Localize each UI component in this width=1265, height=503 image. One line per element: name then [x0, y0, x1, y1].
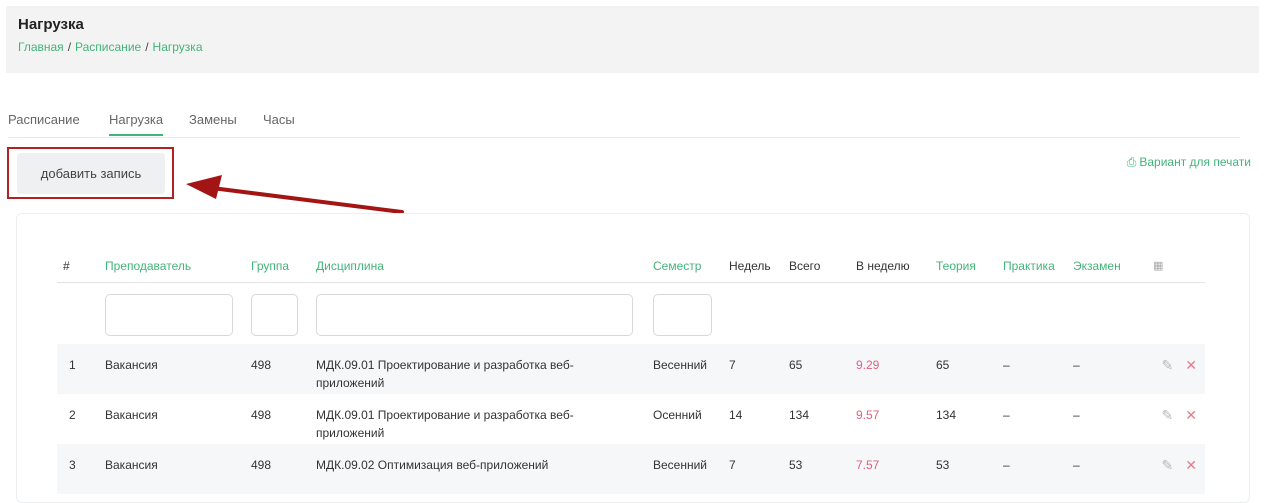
column-header-teacher[interactable]: Преподаватель — [97, 250, 243, 283]
edit-pencil-icon[interactable]: ✎ — [1162, 456, 1174, 474]
load-table: # Преподаватель Группа Дисциплина Семест… — [57, 250, 1205, 494]
practice-cell: – — [995, 444, 1065, 494]
exam-cell: – — [1065, 444, 1145, 494]
column-header-total: Всего — [781, 250, 848, 283]
column-header-per-week: В неделю — [848, 250, 928, 283]
teacher-filter-input[interactable] — [105, 294, 233, 337]
per-week-cell: 9.57 — [856, 408, 880, 422]
print-version-link[interactable]: ⎙ Вариант для печати — [1127, 155, 1251, 170]
column-header-group[interactable]: Группа — [243, 250, 308, 283]
exam-cell: – — [1073, 408, 1080, 422]
table-header-row: # Преподаватель Группа Дисциплина Семест… — [57, 250, 1205, 283]
teacher-cell: Вакансия — [97, 344, 243, 394]
row-number: 3 — [57, 444, 97, 494]
total-cell: 134 — [789, 408, 810, 422]
semester-filter-input[interactable] — [653, 294, 712, 337]
teacher-cell: Вакансия — [97, 444, 243, 494]
teacher-cell: Вакансия — [105, 408, 158, 422]
tab-load[interactable]: Нагрузка — [109, 112, 164, 136]
row-number: 2 — [69, 408, 76, 422]
row-actions: ✎ ✕ — [1145, 444, 1205, 494]
discipline-cell: МДК.09.02 Оптимизация веб-приложений — [308, 444, 645, 494]
breadcrumb-separator: / — [145, 40, 149, 54]
weeks-cell: 7 — [721, 444, 781, 494]
per-week-cell: 9.29 — [848, 344, 928, 394]
row-actions: ✎ ✕ — [1145, 394, 1205, 444]
breadcrumb-home[interactable]: Главная — [18, 40, 64, 54]
column-header-semester[interactable]: Семестр — [645, 250, 721, 283]
page-header: Нагрузка Главная / Расписание / Нагрузка — [6, 6, 1259, 73]
discipline-cell: МДК.09.01 Проектирование и разработка ве… — [316, 408, 574, 440]
semester-cell: Весенний — [645, 444, 721, 494]
group-filter-input[interactable] — [251, 294, 298, 337]
edit-pencil-icon[interactable]: ✎ — [1162, 356, 1174, 374]
discipline-filter-input[interactable] — [316, 294, 633, 337]
weeks-cell: 14 — [729, 408, 743, 422]
breadcrumb-separator: / — [67, 40, 72, 54]
column-header-discipline[interactable]: Дисциплина — [308, 250, 645, 283]
exam-cell: – — [1065, 344, 1145, 394]
column-header-exam[interactable]: Экзамен — [1065, 250, 1145, 283]
delete-x-icon[interactable]: ✕ — [1185, 356, 1197, 374]
tab-hours[interactable]: Часы — [263, 112, 295, 135]
breadcrumb-current[interactable]: Нагрузка — [153, 40, 203, 54]
row-number: 1 — [57, 344, 97, 394]
group-cell: 498 — [243, 344, 308, 394]
per-week-cell: 7.57 — [848, 444, 928, 494]
load-table-card: # Преподаватель Группа Дисциплина Семест… — [16, 213, 1250, 503]
table-row: 3 Вакансия 498 МДК.09.02 Оптимизация веб… — [57, 444, 1205, 494]
page-title: Нагрузка — [18, 16, 84, 33]
delete-x-icon[interactable]: ✕ — [1185, 456, 1197, 474]
semester-cell: Осенний — [653, 408, 702, 422]
discipline-cell: МДК.09.01 Проектирование и разработка ве… — [308, 344, 645, 394]
table-row: 2 Вакансия 498 МДК.09.01 Проектирование … — [57, 394, 1205, 444]
delete-x-icon[interactable]: ✕ — [1185, 406, 1197, 424]
breadcrumb: Главная / Расписание / Нагрузка — [18, 40, 203, 54]
print-version-label: Вариант для печати — [1139, 155, 1251, 169]
column-header-num: # — [57, 250, 97, 283]
tab-bar: Расписание Нагрузка Замены Часы — [8, 108, 1240, 138]
theory-cell: 53 — [928, 444, 995, 494]
group-cell: 498 — [243, 444, 308, 494]
printer-icon: ⎙ — [1126, 155, 1137, 169]
column-settings-icon[interactable]: ▦ — [1145, 250, 1205, 283]
tab-schedule[interactable]: Расписание — [8, 112, 80, 135]
edit-pencil-icon[interactable]: ✎ — [1162, 406, 1174, 424]
practice-cell: – — [1003, 408, 1010, 422]
group-cell: 498 — [251, 408, 272, 422]
row-actions: ✎ ✕ — [1145, 344, 1205, 394]
semester-cell: Весенний — [645, 344, 721, 394]
weeks-cell: 7 — [721, 344, 781, 394]
column-header-practice[interactable]: Практика — [995, 250, 1065, 283]
theory-cell: 65 — [928, 344, 995, 394]
theory-cell: 134 — [936, 408, 957, 422]
total-cell: 65 — [781, 344, 848, 394]
column-header-weeks: Недель — [721, 250, 781, 283]
practice-cell: – — [995, 344, 1065, 394]
filter-row — [57, 282, 1205, 344]
breadcrumb-schedule[interactable]: Расписание — [75, 40, 141, 54]
add-record-button[interactable]: добавить запись — [17, 153, 165, 194]
tab-substitutions[interactable]: Замены — [189, 112, 237, 135]
column-header-theory[interactable]: Теория — [928, 250, 995, 283]
table-row: 1 Вакансия 498 МДК.09.01 Проектирование … — [57, 344, 1205, 394]
total-cell: 53 — [781, 444, 848, 494]
